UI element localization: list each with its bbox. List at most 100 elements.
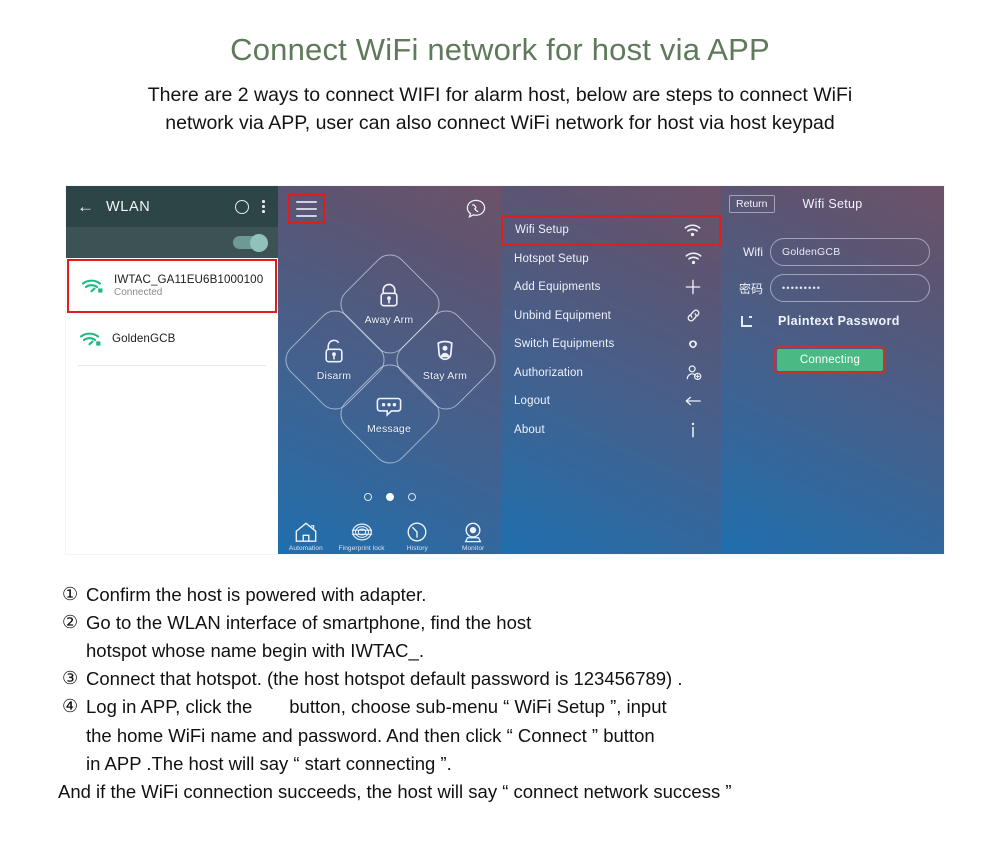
nav-item-fingerprint-lock[interactable]: Fingerprint lock: [336, 520, 388, 552]
nav-label: Automation: [288, 545, 323, 552]
menu-item-unbind-equipment[interactable]: Unbind Equipment: [501, 302, 721, 331]
bottom-nav: Automation Fingerprint lock History Moni…: [278, 506, 501, 554]
step-number: ①: [62, 584, 79, 604]
wifi-network-list: IWTAC_GA11EU6B1000100 Connected GoldenGC…: [66, 259, 278, 366]
menu-label: Switch Equipments: [514, 338, 615, 351]
list-divider: [78, 365, 266, 366]
step-2: ② Go to the WLAN interface of smartphone…: [0, 609, 1000, 665]
plaintext-password-row[interactable]: Plaintext Password: [741, 314, 900, 328]
list-item[interactable]: GoldenGCB: [66, 313, 278, 365]
step-body: Connect that hotspot. (the host hotspot …: [86, 665, 1000, 693]
wifi-secured-icon: [81, 279, 103, 293]
home-icon: [295, 522, 317, 542]
hamburger-menu-icon[interactable]: [288, 194, 325, 224]
wifi-ssid: IWTAC_GA11EU6B1000100: [114, 272, 264, 286]
plaintext-password-label: Plaintext Password: [778, 314, 900, 328]
side-menu: Wifi Setup Hotspot Setup Add Equipments …: [501, 215, 721, 445]
step-line: Connect that hotspot. (the host hotspot …: [86, 668, 683, 690]
menu-label: Add Equipments: [514, 281, 601, 294]
phone-screen-home: Away Arm Disarm Stay Arm Message Automat…: [278, 186, 501, 554]
call-bubble-icon[interactable]: [465, 198, 487, 220]
circle-icon[interactable]: [235, 199, 250, 214]
tile-message[interactable]: Message: [333, 357, 447, 471]
wifi-secured-icon: [79, 332, 101, 346]
intro-line-2: network via APP, user can also connect W…: [165, 112, 835, 135]
nav-item-automation[interactable]: Automation: [280, 520, 332, 552]
intro-line-1: There are 2 ways to connect WIFI for ala…: [147, 84, 853, 107]
nav-label: History: [406, 545, 428, 552]
wifi-name-input[interactable]: GoldenGCB: [770, 238, 930, 266]
step-body: Log in APP, click the button, choose sub…: [86, 693, 1000, 777]
page-indicator: [278, 493, 501, 501]
step-line: hotspot whose name begin with IWTAC_.: [86, 640, 424, 662]
step-body: Go to the WLAN interface of smartphone, …: [86, 609, 1000, 665]
tile-label: Disarm: [316, 369, 352, 382]
overflow-menu-icon[interactable]: [262, 200, 265, 213]
wifi-ssid: GoldenGCB: [112, 331, 176, 345]
menu-item-wifi-setup[interactable]: Wifi Setup: [501, 215, 721, 246]
step-number: ③: [62, 668, 79, 689]
menu-item-switch-equipments[interactable]: Switch Equipments: [501, 330, 721, 359]
person-shield-icon: [437, 340, 453, 360]
step-line: Log in APP, click the button, choose sub…: [86, 696, 667, 718]
wlan-toggle-switch[interactable]: [233, 233, 268, 252]
phone-screen-wifi-setup: Return Wifi Setup Wifi GoldenGCB 密码 ••••…: [721, 186, 944, 554]
nav-label: Monitor: [461, 545, 485, 552]
page-title: Connect WiFi network for host via APP: [230, 32, 770, 67]
chat-bubble-icon: [376, 397, 402, 417]
plus-icon: [683, 279, 703, 295]
password-input[interactable]: •••••••••: [770, 274, 930, 302]
step-line: Go to the WLAN interface of smartphone, …: [86, 612, 532, 634]
menu-label: Unbind Equipment: [514, 309, 612, 322]
menu-label: Wifi Setup: [515, 224, 569, 237]
nav-item-history[interactable]: History: [391, 520, 443, 552]
page-dot-active[interactable]: [385, 493, 394, 501]
menu-item-add-equipments[interactable]: Add Equipments: [501, 273, 721, 302]
intro-paragraph: There are 2 ways to connect WIFI for ala…: [50, 81, 950, 138]
step-body: Confirm the host is powered with adapter…: [86, 581, 1000, 609]
page-dot[interactable]: [407, 493, 416, 501]
list-item[interactable]: IWTAC_GA11EU6B1000100 Connected: [67, 259, 277, 313]
checkbox-icon[interactable]: [741, 315, 752, 327]
menu-label: Hotspot Setup: [514, 252, 589, 265]
home-topbar: [278, 186, 501, 232]
wifi-name-field-row: Wifi GoldenGCB: [733, 238, 930, 266]
camera-icon: [464, 522, 482, 543]
footer-note: And if the WiFi connection succeeds, the…: [58, 780, 732, 802]
wifi-entry-text: IWTAC_GA11EU6B1000100 Connected: [114, 273, 263, 300]
nav-item-monitor[interactable]: Monitor: [447, 520, 499, 552]
wlan-appbar: ← WLAN: [66, 186, 278, 227]
menu-label: Authorization: [514, 366, 584, 379]
tile-label: Stay Arm: [422, 369, 468, 382]
phone-screen-menu: Wifi Setup Hotspot Setup Add Equipments …: [501, 186, 721, 554]
wifi-setup-topbar: Return Wifi Setup: [721, 186, 944, 224]
step-1: ① Confirm the host is powered with adapt…: [0, 581, 1000, 609]
arrow-left-icon[interactable]: ←: [77, 198, 94, 215]
page-dot[interactable]: [363, 493, 372, 501]
lock-closed-icon: [380, 283, 398, 306]
lock-open-icon: [325, 339, 343, 362]
wlan-title: WLAN: [106, 198, 151, 215]
step-line: Confirm the host is powered with adapter…: [86, 584, 427, 605]
link-icon: [683, 307, 703, 324]
menu-item-authorization[interactable]: Authorization: [501, 359, 721, 388]
infinity-icon: [683, 338, 703, 351]
password-field-row: 密码 •••••••••: [733, 274, 930, 302]
wifi-icon: [683, 252, 703, 265]
step-number: ④: [62, 696, 79, 717]
step-line: in APP .The host will say “ start connec…: [86, 752, 452, 774]
fingerprint-lock-icon: [351, 523, 372, 541]
menu-item-about[interactable]: About: [501, 416, 721, 445]
wifi-icon: [682, 224, 702, 237]
step-line: the home WiFi name and password. And the…: [86, 724, 655, 746]
tile-label: Message: [366, 422, 411, 435]
menu-item-logout[interactable]: Logout: [501, 387, 721, 416]
user-add-icon: [683, 364, 703, 381]
arrow-left-icon: [683, 394, 703, 408]
menu-item-hotspot-setup[interactable]: Hotspot Setup: [501, 245, 721, 274]
wifi-name-label: Wifi: [743, 245, 763, 259]
home-action-tiles: Away Arm Disarm Stay Arm Message: [278, 247, 501, 471]
connecting-button[interactable]: Connecting: [774, 346, 886, 374]
wifi-entry-text: GoldenGCB: [112, 332, 175, 346]
phone-screen-wlan: ← WLAN IWTAC_GA11EU6B1000100 Connected G…: [66, 186, 278, 554]
